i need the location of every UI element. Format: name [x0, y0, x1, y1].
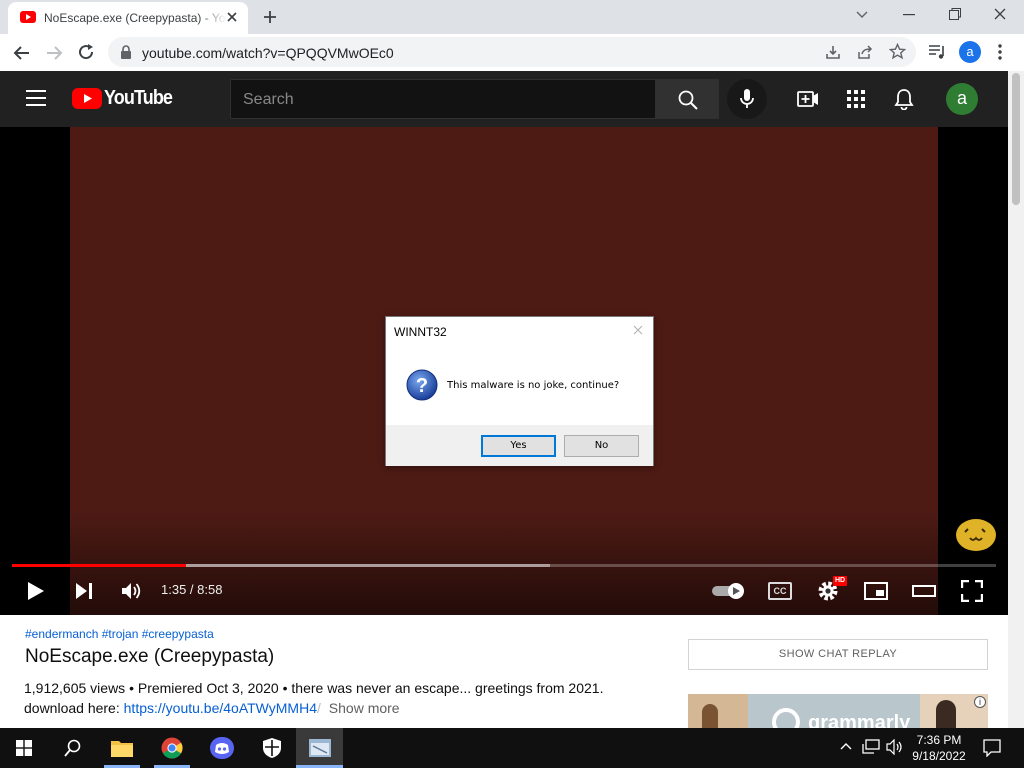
- install-app-icon[interactable]: [825, 44, 841, 60]
- chrome-icon: [161, 737, 183, 759]
- emoji-sticker: [955, 516, 997, 552]
- captions-button[interactable]: CC: [768, 582, 792, 600]
- clock-date: 9/18/2022: [912, 749, 966, 763]
- speaker-icon[interactable]: [886, 739, 904, 755]
- profile-avatar[interactable]: a: [959, 41, 981, 63]
- url-text: youtube.com/watch?v=QPQQVMwOEc0: [142, 45, 394, 61]
- autoplay-toggle[interactable]: [712, 583, 746, 599]
- chrome-app[interactable]: [148, 728, 196, 768]
- close-window-icon[interactable]: [994, 8, 1006, 20]
- time-display: 1:35 / 8:58: [161, 582, 223, 597]
- new-tab-icon[interactable]: [262, 9, 278, 25]
- youtube-favicon-icon: [20, 11, 36, 23]
- ad-info-icon[interactable]: i: [974, 696, 986, 708]
- next-video-icon[interactable]: [75, 582, 93, 600]
- youtube-wordmark: YouTube: [104, 87, 173, 109]
- dialog-close-icon[interactable]: [633, 325, 643, 335]
- notifications-bell-icon[interactable]: [894, 88, 914, 110]
- forward-icon[interactable]: [45, 44, 63, 62]
- video-meta: 1,912,605 views • Premiered Oct 3, 2020 …: [24, 680, 604, 696]
- no-button[interactable]: No: [564, 435, 639, 457]
- search-icon: [678, 90, 698, 110]
- file-explorer-app[interactable]: [98, 728, 146, 768]
- window-app-icon: [309, 739, 331, 757]
- youtube-header: YouTube Search a: [0, 71, 1008, 127]
- clock-time: 7:36 PM: [916, 733, 962, 747]
- chrome-menu-icon[interactable]: [998, 44, 1002, 60]
- ad-brand-text: grammarly: [808, 712, 911, 728]
- page-scrollbar[interactable]: [1008, 71, 1024, 728]
- theater-mode-icon[interactable]: [912, 585, 936, 597]
- folder-icon: [111, 739, 133, 757]
- scrollbar-thumb[interactable]: [1012, 73, 1020, 205]
- windows-start-icon[interactable]: [16, 740, 32, 756]
- show-hidden-icons-icon[interactable]: [840, 742, 852, 750]
- minimize-icon[interactable]: [903, 14, 915, 16]
- description-line: download here: https://youtu.be/4oATWyMM…: [24, 700, 400, 716]
- grammarly-ad[interactable]: grammarly i: [688, 694, 988, 728]
- svg-text:?: ?: [416, 375, 428, 397]
- ad-person-silhouette-right: [936, 700, 956, 728]
- network-icon[interactable]: [862, 739, 880, 755]
- search-placeholder: Search: [243, 91, 294, 108]
- search-input[interactable]: Search: [230, 79, 656, 119]
- show-more-link[interactable]: Show more: [329, 700, 400, 716]
- question-icon: ?: [406, 369, 438, 401]
- notification-center-icon[interactable]: [983, 739, 1001, 757]
- browser-tab[interactable]: NoEscape.exe (Creepypasta) - YouTube: [8, 2, 248, 34]
- youtube-logo[interactable]: [72, 88, 102, 109]
- hamburger-menu-icon[interactable]: [26, 90, 46, 106]
- tab-search-icon[interactable]: [856, 11, 868, 19]
- reload-icon[interactable]: [77, 43, 95, 61]
- address-bar[interactable]: youtube.com/watch?v=QPQQVMwOEc0: [108, 37, 916, 67]
- grammarly-logo-icon: [772, 708, 800, 728]
- back-icon[interactable]: [13, 44, 31, 62]
- hashtags[interactable]: #endermanch #trojan #creepypasta: [25, 627, 214, 641]
- media-control-icon[interactable]: [928, 44, 946, 60]
- malware-dialog: WINNT32 ? This malware is no joke, conti…: [385, 316, 654, 466]
- play-icon[interactable]: [27, 582, 45, 600]
- volume-icon[interactable]: [121, 581, 143, 601]
- dialog-footer: Yes No: [386, 425, 653, 466]
- lock-icon[interactable]: [120, 45, 132, 59]
- voice-search-button[interactable]: [727, 79, 767, 119]
- close-tab-icon[interactable]: [226, 11, 238, 23]
- ad-person-silhouette: [702, 704, 718, 728]
- discord-icon: [210, 737, 234, 759]
- download-link[interactable]: https://youtu.be/4oATWyMMH4: [124, 700, 317, 716]
- show-chat-replay-button[interactable]: SHOW CHAT REPLAY: [688, 639, 988, 670]
- played-bar: [12, 564, 186, 567]
- security-app[interactable]: [248, 728, 296, 768]
- ad-image-left: [688, 694, 748, 728]
- create-video-icon[interactable]: [797, 90, 819, 108]
- discord-app[interactable]: [198, 728, 246, 768]
- taskbar-clock[interactable]: 7:36 PM 9/18/2022: [908, 732, 970, 764]
- search-button[interactable]: [655, 79, 719, 119]
- video-player[interactable]: WINNT32 ? This malware is no joke, conti…: [0, 127, 1008, 615]
- tab-strip: NoEscape.exe (Creepypasta) - YouTube: [0, 0, 1024, 34]
- active-app[interactable]: [296, 728, 343, 768]
- taskbar-search-icon[interactable]: [64, 739, 82, 757]
- progress-bar[interactable]: [12, 564, 996, 567]
- miniplayer-icon[interactable]: [864, 582, 888, 600]
- shield-icon: [262, 737, 282, 759]
- microphone-icon: [740, 89, 754, 109]
- restore-icon[interactable]: [949, 8, 961, 20]
- bookmark-star-icon[interactable]: [889, 43, 906, 60]
- yes-button[interactable]: Yes: [481, 435, 556, 457]
- video-title: NoEscape.exe (Creepypasta): [25, 646, 275, 667]
- download-label: download here:: [24, 700, 124, 716]
- account-avatar[interactable]: a: [946, 83, 978, 115]
- windows-taskbar: 7:36 PM 9/18/2022: [0, 728, 1024, 768]
- hd-badge: HD: [833, 576, 848, 586]
- browser-toolbar: youtube.com/watch?v=QPQQVMwOEc0 a: [0, 34, 1024, 72]
- dialog-message: This malware is no joke, continue?: [447, 380, 620, 391]
- fullscreen-icon[interactable]: [961, 580, 983, 602]
- apps-grid-icon[interactable]: [847, 90, 865, 108]
- share-icon[interactable]: [857, 44, 873, 60]
- tab-title: NoEscape.exe (Creepypasta) - YouTube: [44, 11, 226, 25]
- dialog-title: WINNT32: [394, 325, 447, 339]
